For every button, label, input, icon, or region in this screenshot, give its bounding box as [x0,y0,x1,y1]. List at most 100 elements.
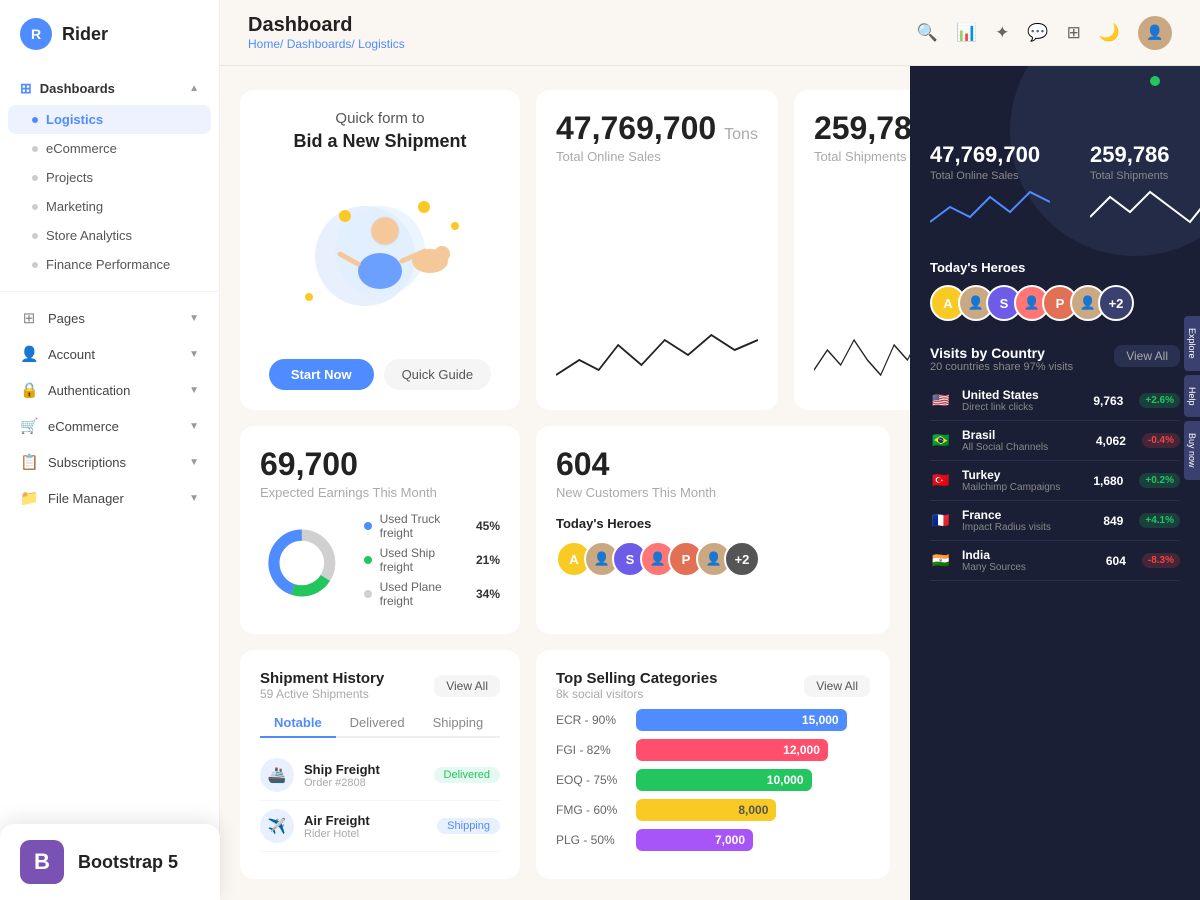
total-sales-label: Total Online Sales [556,149,758,164]
sidebar-item-store-analytics[interactable]: Store Analytics [0,221,219,250]
shipment-view-all-button[interactable]: View All [434,675,500,697]
heroes-title: Today's Heroes [556,516,870,531]
dark-sales-label: Total Online Sales [930,170,1050,182]
page-title: Dashboard [248,14,405,37]
earnings-card: 69,700 Expected Earnings This Month [240,426,520,634]
br-visits: 4,062 [1096,434,1126,448]
air-name: Air Freight [304,813,427,828]
quick-form-title: Quick form to [293,110,466,127]
help-label[interactable]: Help [1184,375,1200,418]
subscriptions-label: Subscriptions [48,455,126,470]
chevron-icon: ▼ [189,313,199,324]
country-row-br: 🇧🇷 Brasil All Social Channels 4,062 -0.4… [930,421,1180,461]
categories-view-all-button[interactable]: View All [804,675,870,697]
us-visits: 9,763 [1093,394,1123,408]
tr-name: Turkey [962,468,1083,482]
plane-label: Used Plane freight [380,580,468,608]
bar-label: FMG - 60% [556,803,626,817]
plane-pct: 34% [476,587,500,601]
user-avatar[interactable]: 👤 [1138,16,1172,50]
chart-icon[interactable]: 📊 [956,23,977,43]
dark-total-shipments: 259,786 [1090,142,1200,168]
shipment-tabs: Notable Delivered Shipping [260,709,500,738]
app-logo[interactable]: R Rider [0,0,219,68]
ship-order: Order #2808 [304,777,424,789]
dark-mode-icon[interactable]: 🌙 [1099,23,1120,43]
promo-banner[interactable]: B Bootstrap 5 [0,824,220,900]
explore-label[interactable]: Explore [1184,316,1200,371]
bar-label: EOQ - 75% [556,773,626,787]
earnings-label: Expected Earnings This Month [260,485,500,500]
chevron-up-icon: ▲ [189,83,199,94]
tab-delivered[interactable]: Delivered [336,709,419,738]
pages-icon: ⊞ [20,309,38,327]
messages-icon[interactable]: 💬 [1027,23,1048,43]
bar-value: 10,000 [636,769,812,791]
sidebar-item-ecommerce[interactable]: eCommerce [0,134,219,163]
sidebar-item-auth[interactable]: 🔒 Authentication ▼ [0,372,219,408]
total-shipments-label: Total Shipments [814,149,910,164]
account-label: Account [48,347,95,362]
auth-icon: 🔒 [20,381,38,399]
air-sub: Rider Hotel [304,828,427,840]
visits-section: Visits by Country 20 countries share 97%… [910,333,1200,900]
pages-label: Pages [48,311,85,326]
right-panel: Explore Help Buy now 47,769,700 Total On… [910,66,1200,900]
sidebar-item-label: eCommerce [46,141,117,156]
item-dot [32,233,38,239]
br-flag: 🇧🇷 [930,433,952,449]
sidebar-item-account[interactable]: 👤 Account ▼ [0,336,219,372]
tr-sub: Mailchimp Campaigns [962,482,1083,493]
start-now-button[interactable]: Start Now [269,359,374,390]
sidebar-item-ecommerce2[interactable]: 🛒 eCommerce ▼ [0,408,219,444]
active-dot [32,117,38,123]
fr-visits: 849 [1103,514,1123,528]
sidebar-item-filemanager[interactable]: 📁 File Manager ▼ [0,480,219,516]
breadcrumb-home: Home/ [248,37,283,51]
shipment-title: Shipment History [260,670,384,687]
breadcrumb-current: Logistics [358,37,405,51]
buy-now-label[interactable]: Buy now [1184,421,1200,480]
us-change: +2.6% [1139,393,1180,408]
quick-guide-button[interactable]: Quick Guide [384,359,492,390]
shipment-subtitle: 59 Active Shipments [260,687,384,701]
sidebar-item-logistics[interactable]: Logistics [8,105,211,134]
total-sales-number: 47,769,700 [556,110,716,147]
search-icon[interactable]: 🔍 [917,23,938,43]
bar-value: 15,000 [636,709,847,731]
in-flag: 🇮🇳 [930,553,952,569]
sidebar-item-subscriptions[interactable]: 📋 Subscriptions ▼ [0,444,219,480]
country-row-us: 🇺🇸 United States Direct link clicks 9,76… [930,381,1180,421]
dashboards-label: Dashboards [40,81,115,96]
app-name: Rider [62,24,108,45]
fr-sub: Impact Radius visits [962,522,1093,533]
sidebar-item-projects[interactable]: Projects [0,163,219,192]
dashboard: Quick form to Bid a New Shipment [220,66,910,900]
categories-subtitle: 8k social visitors [556,687,717,701]
sidebar-item-finance[interactable]: Finance Performance [0,250,219,279]
heroes-title-dark: Today's Heroes [930,260,1180,275]
customers-card: 604 New Customers This Month Today's Her… [536,426,890,634]
hero-avatar-more: +2 [724,541,760,577]
bootstrap-icon: B [20,840,64,884]
bar-label: FGI - 82% [556,743,626,757]
grid-icon[interactable]: ⊞ [1067,23,1081,43]
sidebar-item-pages[interactable]: ⊞ Pages ▼ [0,300,219,336]
ship-pct: 21% [476,553,500,567]
country-row-in: 🇮🇳 India Many Sources 604 -8.3% [930,541,1180,581]
ecommerce-label: eCommerce [48,419,119,434]
tab-shipping[interactable]: Shipping [419,709,498,738]
sidebar-item-label: Store Analytics [46,228,132,243]
chevron-icon: ▼ [189,457,199,468]
dashboards-group[interactable]: ⊞ Dashboards ▲ [0,72,219,105]
tab-notable[interactable]: Notable [260,709,336,738]
quick-form-subtitle: Bid a New Shipment [293,131,466,152]
visits-view-all-button[interactable]: View All [1114,345,1180,367]
in-name: India [962,548,1096,562]
breadcrumb-dashboards: Dashboards/ [287,37,355,51]
bar-value: 8,000 [636,799,776,821]
subscriptions-icon: 📋 [20,453,38,471]
dark-shipments-chart [1090,182,1200,232]
settings-icon[interactable]: ✦ [995,23,1009,43]
sidebar-item-marketing[interactable]: Marketing [0,192,219,221]
